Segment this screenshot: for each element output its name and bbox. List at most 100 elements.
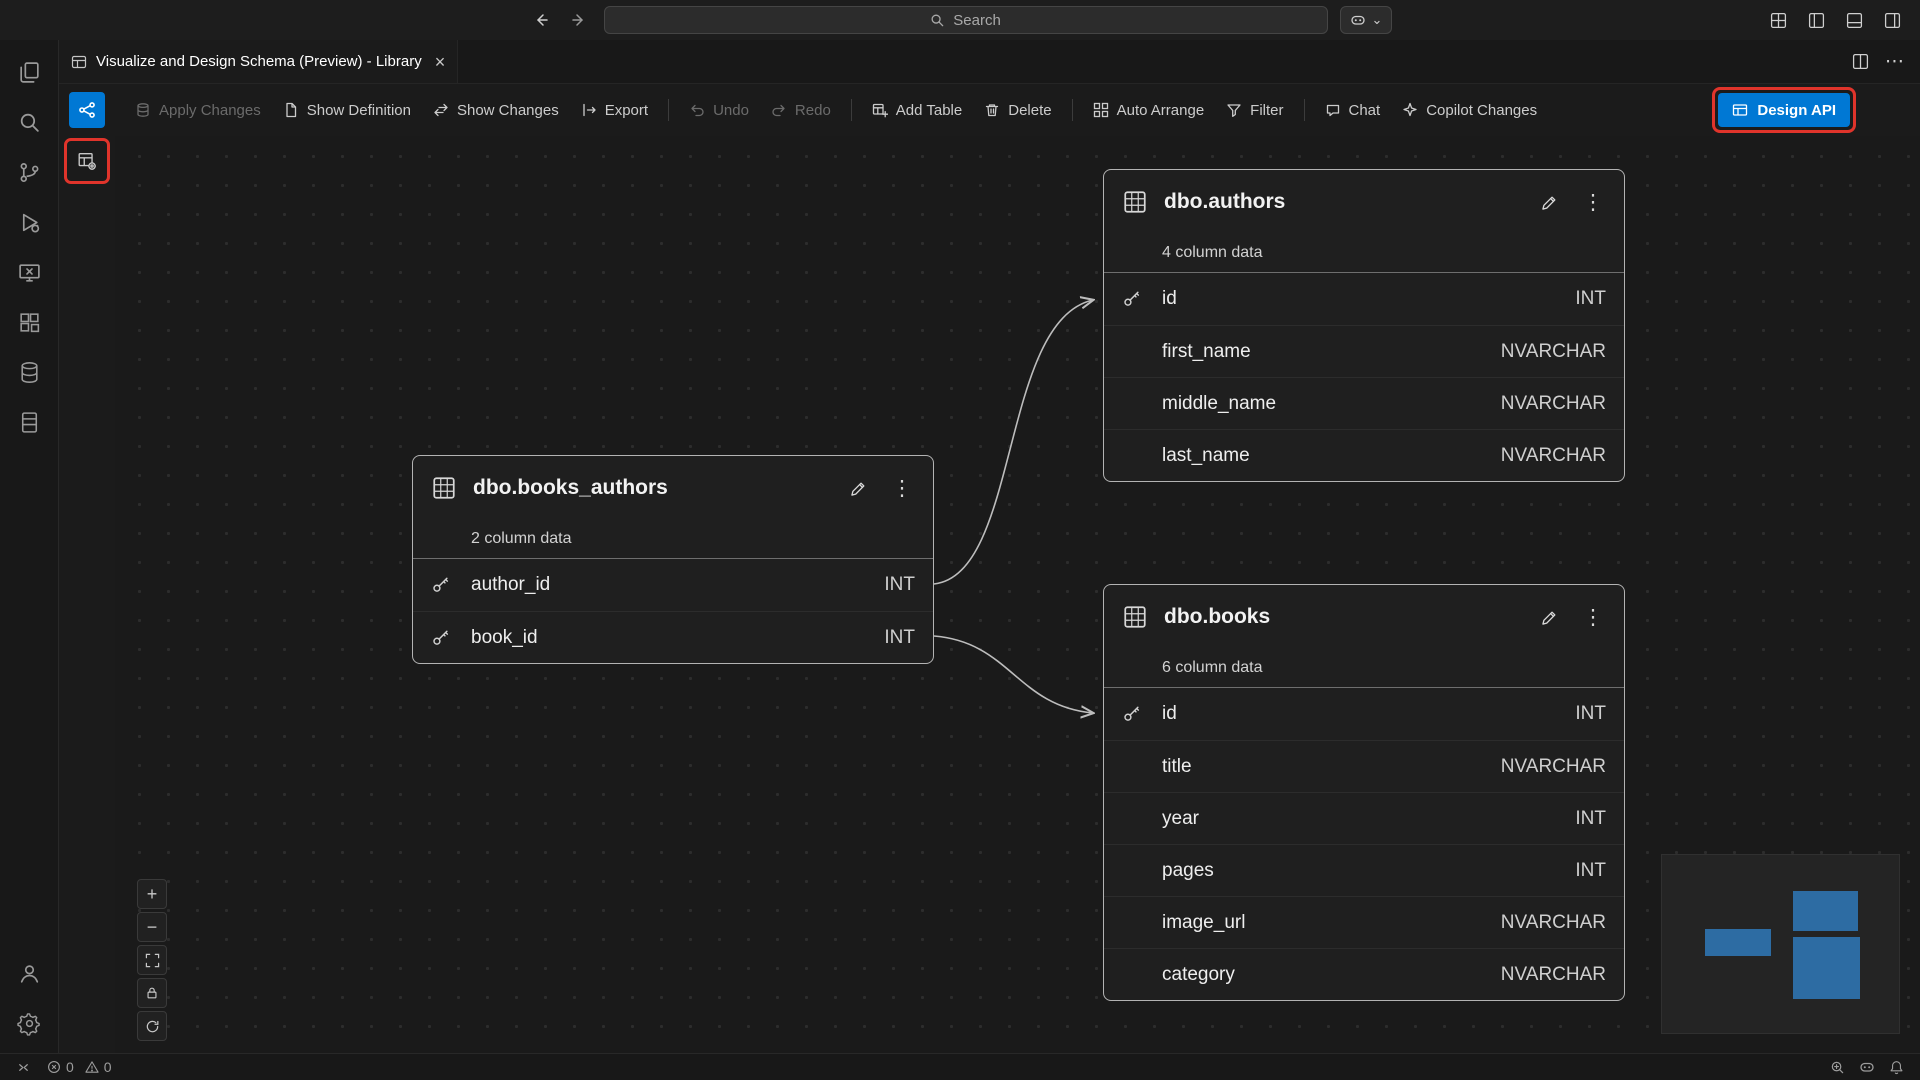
redo-button[interactable]: Redo [761, 95, 841, 126]
filter-label: Filter [1250, 102, 1283, 119]
table-card-header: dbo.authors ⋮ [1104, 170, 1624, 234]
table-row[interactable]: last_name NVARCHAR [1104, 429, 1624, 481]
navigate-forward-button[interactable] [566, 7, 592, 33]
lock-button[interactable] [137, 978, 167, 1008]
fit-to-screen-button[interactable] [137, 945, 167, 975]
table-row[interactable]: year INT [1104, 792, 1624, 844]
column-name: author_id [471, 574, 550, 596]
table-subtitle: 2 column data [413, 520, 933, 559]
schema-visualization-button[interactable] [69, 92, 105, 128]
apply-changes-label: Apply Changes [159, 102, 261, 119]
column-type: INT [1575, 288, 1606, 310]
table-row[interactable]: image_url NVARCHAR [1104, 896, 1624, 948]
table-menu-icon[interactable]: ⋮ [887, 473, 917, 503]
table-row[interactable]: middle_name NVARCHAR [1104, 377, 1624, 429]
toggle-primary-sidebar-icon[interactable] [1806, 10, 1826, 30]
navigate-back-button[interactable] [528, 7, 554, 33]
customize-layout-icon[interactable] [1768, 10, 1788, 30]
table-row[interactable]: title NVARCHAR [1104, 740, 1624, 792]
delete-button[interactable]: Delete [974, 95, 1061, 126]
warning-icon [85, 1060, 99, 1074]
problems-indicator[interactable]: 0 0 [41, 1054, 118, 1080]
show-definition-icon [283, 102, 299, 118]
toolbar-separator [851, 99, 852, 121]
export-icon [581, 102, 597, 118]
reset-view-button[interactable] [137, 1011, 167, 1041]
remote-explorer-icon[interactable] [5, 248, 53, 296]
table-row[interactable]: id INT [1104, 688, 1624, 740]
table-row[interactable]: category NVARCHAR [1104, 948, 1624, 1000]
table-card-header: dbo.books_authors ⋮ [413, 456, 933, 520]
schema-canvas[interactable]: dbo.books_authors ⋮ 2 column data [115, 136, 1920, 1053]
explorer-icon[interactable] [5, 48, 53, 96]
column-name: title [1162, 756, 1192, 778]
search-sidebar-icon[interactable] [5, 98, 53, 146]
toolbar-separator [1072, 99, 1073, 121]
table-menu-icon[interactable]: ⋮ [1578, 602, 1608, 632]
table-row[interactable]: first_name NVARCHAR [1104, 325, 1624, 377]
table-designer-button[interactable] [69, 143, 105, 179]
extensions-icon[interactable] [5, 298, 53, 346]
table-card-books-authors[interactable]: dbo.books_authors ⋮ 2 column data [412, 455, 934, 664]
close-tab-icon[interactable]: × [435, 53, 446, 71]
copilot-menu-button[interactable]: ⌄ [1340, 6, 1393, 34]
copilot-status-icon[interactable] [1853, 1054, 1881, 1080]
toggle-secondary-sidebar-icon[interactable] [1882, 10, 1902, 30]
table-menu-icon[interactable]: ⋮ [1578, 187, 1608, 217]
remote-indicator[interactable] [10, 1054, 37, 1080]
show-changes-button[interactable]: Show Changes [423, 95, 569, 126]
redo-icon [771, 102, 787, 118]
toolbar-separator [668, 99, 669, 121]
copilot-changes-button[interactable]: Copilot Changes [1392, 95, 1547, 126]
table-row[interactable]: pages INT [1104, 844, 1624, 896]
split-editor-icon[interactable] [1852, 53, 1869, 70]
search-input[interactable]: Search [604, 6, 1328, 34]
chat-label: Chat [1349, 102, 1381, 119]
toggle-panel-icon[interactable] [1844, 10, 1864, 30]
tab-schema-designer[interactable]: Visualize and Design Schema (Preview) - … [59, 40, 458, 83]
tab-title: Visualize and Design Schema (Preview) - … [96, 53, 422, 70]
table-row[interactable]: book_id INT [413, 611, 933, 663]
edit-table-icon[interactable] [1534, 602, 1564, 632]
column-type: NVARCHAR [1501, 341, 1606, 363]
table-name: dbo.books [1164, 605, 1270, 629]
settings-gear-icon[interactable] [5, 999, 53, 1047]
schema-designer-editor: Apply Changes Show Definition [59, 84, 1920, 1053]
edit-table-icon[interactable] [1534, 187, 1564, 217]
chat-button[interactable]: Chat [1315, 95, 1391, 126]
delete-label: Delete [1008, 102, 1051, 119]
export-button[interactable]: Export [571, 95, 658, 126]
table-card-books[interactable]: dbo.books ⋮ 6 column data [1103, 584, 1625, 1001]
redo-label: Redo [795, 102, 831, 119]
add-table-button[interactable]: Add Table [862, 95, 972, 126]
table-grid-icon [429, 473, 459, 503]
zoom-out-button[interactable]: − [137, 912, 167, 942]
show-definition-button[interactable]: Show Definition [273, 95, 421, 126]
table-row[interactable]: author_id INT [413, 559, 933, 611]
status-bar: 0 0 [0, 1053, 1920, 1080]
run-debug-icon[interactable] [5, 198, 53, 246]
table-card-header: dbo.books ⋮ [1104, 585, 1624, 649]
minimap[interactable] [1661, 854, 1900, 1034]
filter-button[interactable]: Filter [1216, 95, 1293, 126]
auto-arrange-button[interactable]: Auto Arrange [1083, 95, 1215, 126]
annotation-box-table-designer [64, 138, 110, 184]
source-control-icon[interactable] [5, 148, 53, 196]
account-icon[interactable] [5, 949, 53, 997]
more-actions-icon[interactable]: ⋯ [1885, 50, 1904, 73]
show-changes-label: Show Changes [457, 102, 559, 119]
zoom-in-button[interactable]: + [137, 879, 167, 909]
table-row[interactable]: id INT [1104, 273, 1624, 325]
zoom-status-icon[interactable] [1824, 1054, 1851, 1080]
designer-toolbar: Apply Changes Show Definition [115, 84, 1920, 136]
design-api-button[interactable]: Design API [1718, 93, 1850, 127]
database-icon[interactable] [5, 348, 53, 396]
database-project-icon[interactable] [5, 398, 53, 446]
table-card-authors[interactable]: dbo.authors ⋮ 4 column data [1103, 169, 1625, 482]
column-type: NVARCHAR [1501, 445, 1606, 467]
edit-table-icon[interactable] [843, 473, 873, 503]
export-label: Export [605, 102, 648, 119]
apply-changes-button[interactable]: Apply Changes [125, 95, 271, 126]
undo-button[interactable]: Undo [679, 95, 759, 126]
notifications-bell-icon[interactable] [1883, 1054, 1910, 1080]
